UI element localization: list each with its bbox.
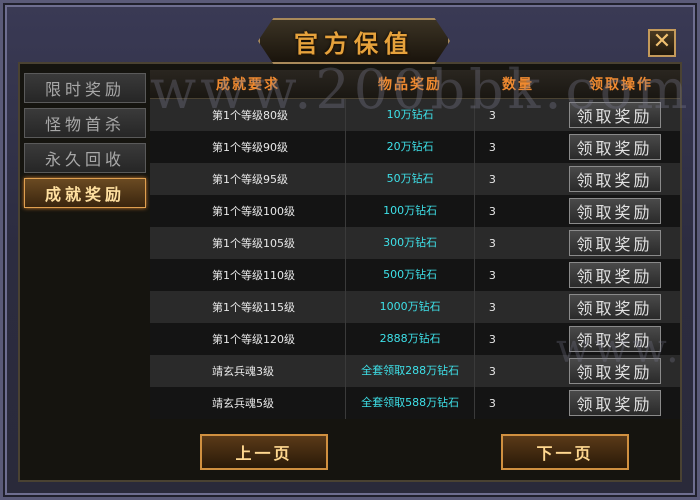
claim-reward-button[interactable]: 领取奖励 (568, 230, 661, 256)
reward-cell: 全套领取588万钻石 (345, 387, 475, 419)
action-cell: 领取奖励 (563, 358, 680, 384)
action-cell: 领取奖励 (563, 294, 680, 320)
requirement-cell: 第1个等级100级 (212, 205, 295, 218)
table-row: 靖玄兵魂5级 全套领取588万钻石 3 领取奖励 (150, 387, 680, 419)
reward-cell: 50万钻石 (345, 163, 475, 195)
claim-reward-button[interactable]: 领取奖励 (568, 166, 661, 192)
table-row: 第1个等级120级 2888万钻石 3 领取奖励 (150, 323, 680, 355)
claim-reward-button[interactable]: 领取奖励 (568, 262, 661, 288)
quantity-cell: 3 (488, 396, 496, 410)
requirement-cell: 第1个等级110级 (212, 269, 295, 282)
header-action: 领取操作 (589, 77, 653, 93)
page-title: 官方保值 (294, 28, 414, 58)
table-row: 第1个等级110级 500万钻石 3 领取奖励 (150, 259, 680, 291)
action-cell: 领取奖励 (563, 390, 680, 416)
quantity-cell: 3 (488, 268, 496, 282)
tab-monster-first-kill[interactable]: 怪物首杀 (24, 108, 146, 138)
action-cell: 领取奖励 (563, 198, 680, 224)
claim-reward-button[interactable]: 领取奖励 (568, 326, 661, 352)
claim-reward-button[interactable]: 领取奖励 (568, 358, 661, 384)
claim-reward-button[interactable]: 领取奖励 (568, 198, 661, 224)
reward-cell: 20万钻石 (345, 131, 475, 163)
reward-cell: 500万钻石 (345, 259, 475, 291)
table-row: 第1个等级90级 20万钻石 3 领取奖励 (150, 131, 680, 163)
tab-list: 限时奖励 怪物首杀 永久回收 成就奖励 (24, 73, 146, 213)
quantity-cell: 3 (488, 108, 496, 122)
next-page-button[interactable]: 下一页 (501, 434, 629, 470)
action-cell: 领取奖励 (563, 166, 680, 192)
reward-cell: 2888万钻石 (345, 323, 475, 355)
quantity-cell: 3 (488, 364, 496, 378)
quantity-cell: 3 (488, 332, 496, 346)
claim-reward-button[interactable]: 领取奖励 (568, 134, 661, 160)
table-row: 第1个等级115级 1000万钻石 3 领取奖励 (150, 291, 680, 323)
requirement-cell: 靖玄兵魂3级 (212, 365, 274, 378)
header-quantity: 数量 (502, 77, 534, 93)
action-cell: 领取奖励 (563, 102, 680, 128)
table-row: 第1个等级100级 100万钻石 3 领取奖励 (150, 195, 680, 227)
requirement-cell: 第1个等级105级 (212, 237, 295, 250)
header-requirement: 成就要求 (216, 77, 280, 93)
quantity-cell: 3 (488, 172, 496, 186)
header-reward: 物品奖励 (378, 77, 442, 93)
requirement-cell: 第1个等级120级 (212, 333, 295, 346)
table-row: 第1个等级80级 10万钻石 3 领取奖励 (150, 99, 680, 131)
tab-permanent-recycle[interactable]: 永久回收 (24, 143, 146, 173)
claim-reward-button[interactable]: 领取奖励 (568, 102, 661, 128)
reward-cell: 全套领取288万钻石 (345, 355, 475, 387)
action-cell: 领取奖励 (563, 230, 680, 256)
close-button[interactable]: ✕ (648, 29, 676, 57)
claim-reward-button[interactable]: 领取奖励 (568, 294, 661, 320)
table-row: 第1个等级105级 300万钻石 3 领取奖励 (150, 227, 680, 259)
action-cell: 领取奖励 (563, 262, 680, 288)
action-cell: 领取奖励 (563, 134, 680, 160)
quantity-cell: 3 (488, 140, 496, 154)
reward-cell: 1000万钻石 (345, 291, 475, 323)
reward-cell: 100万钻石 (345, 195, 475, 227)
table-row: 第1个等级95级 50万钻石 3 领取奖励 (150, 163, 680, 195)
quantity-cell: 3 (488, 300, 496, 314)
requirement-cell: 第1个等级90级 (212, 141, 288, 154)
table-row: 靖玄兵魂3级 全套领取288万钻石 3 领取奖励 (150, 355, 680, 387)
requirement-cell: 第1个等级80级 (212, 109, 288, 122)
quantity-cell: 3 (488, 204, 496, 218)
requirement-cell: 第1个等级95级 (212, 173, 288, 186)
title-plate: 官方保值 (258, 18, 450, 64)
prev-page-button[interactable]: 上一页 (200, 434, 328, 470)
close-icon: ✕ (652, 29, 672, 54)
table-header: 成就要求 物品奖励 数量 领取操作 (150, 70, 680, 99)
tab-limited-reward[interactable]: 限时奖励 (24, 73, 146, 103)
requirement-cell: 第1个等级115级 (212, 301, 295, 314)
reward-cell: 300万钻石 (345, 227, 475, 259)
tab-achievement-reward[interactable]: 成就奖励 (24, 178, 146, 208)
action-cell: 领取奖励 (563, 326, 680, 352)
requirement-cell: 靖玄兵魂5级 (212, 397, 274, 410)
reward-table: 成就要求 物品奖励 数量 领取操作 第1个等级80级 10万钻石 3 领取奖励 第1个等… (150, 70, 680, 419)
claim-reward-button[interactable]: 领取奖励 (568, 390, 661, 416)
quantity-cell: 3 (488, 236, 496, 250)
reward-cell: 10万钻石 (345, 99, 475, 131)
